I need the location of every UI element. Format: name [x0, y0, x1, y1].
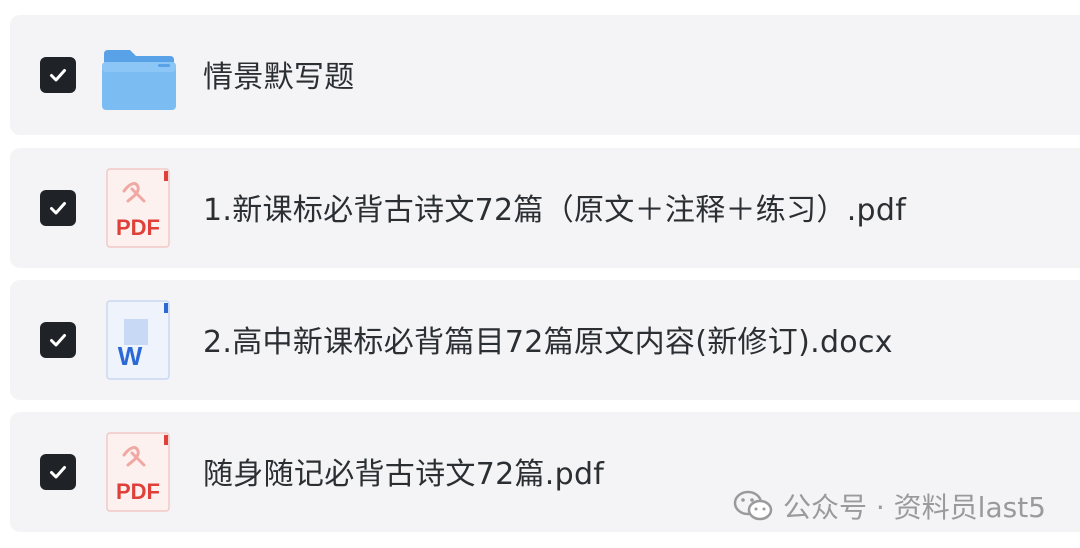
wechat-icon	[733, 490, 773, 521]
checkmark-icon	[50, 334, 66, 347]
file-name: 情景默写题	[203, 60, 355, 96]
file-row-docx[interactable]: W 2.高中新课标必背篇目72篇原文内容(新修订).docx	[10, 280, 1080, 400]
checkbox-checked[interactable]	[40, 190, 76, 226]
file-name: 随身随记必背古诗文72篇.pdf	[203, 457, 605, 493]
word-label: W	[118, 341, 143, 371]
folder-icon	[100, 34, 176, 116]
pdf-label: PDF	[116, 479, 160, 504]
watermark: 公众号 · 资料员last5	[733, 486, 1046, 526]
pdf-file-icon: PDF	[100, 167, 176, 249]
checkmark-icon	[50, 466, 66, 479]
file-list: 情景默写题 PDF 1.新课标必背古诗文72篇（原文＋注释＋练习）.pdf W …	[0, 0, 1080, 548]
checkmark-icon	[50, 202, 66, 215]
pdf-file-icon: PDF	[100, 431, 176, 513]
pdf-label: PDF	[116, 215, 160, 240]
file-row-folder[interactable]: 情景默写题	[10, 15, 1080, 135]
watermark-text: 公众号 · 资料员last5	[782, 491, 1046, 524]
file-name: 2.高中新课标必背篇目72篇原文内容(新修订).docx	[203, 325, 893, 361]
checkbox-checked[interactable]	[40, 322, 76, 358]
word-file-icon: W	[100, 299, 176, 381]
checkmark-icon	[50, 69, 66, 82]
file-name: 1.新课标必背古诗文72篇（原文＋注释＋练习）.pdf	[203, 193, 907, 229]
file-row-pdf[interactable]: PDF 1.新课标必背古诗文72篇（原文＋注释＋练习）.pdf	[10, 148, 1080, 268]
checkbox-checked[interactable]	[40, 57, 76, 93]
checkbox-checked[interactable]	[40, 454, 76, 490]
